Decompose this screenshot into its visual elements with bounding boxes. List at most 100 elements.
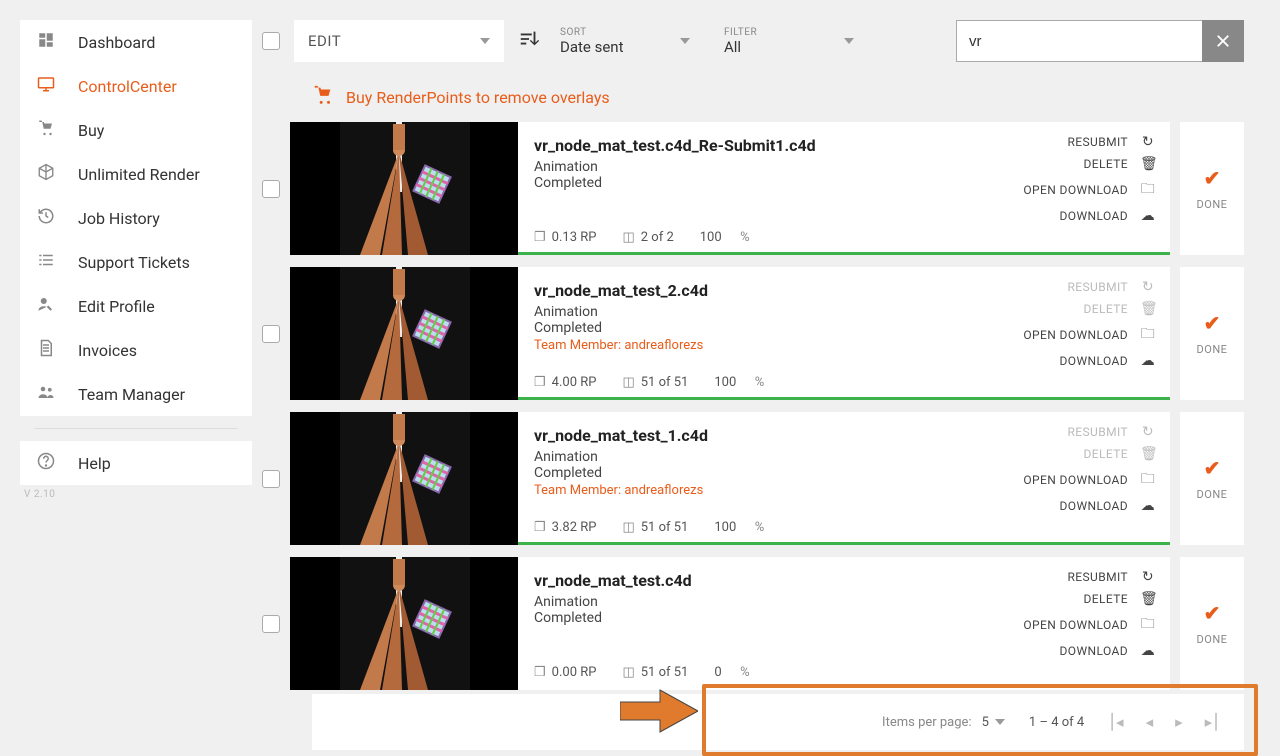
coins-icon: ❒: [534, 375, 546, 390]
sidebar-item-label: ControlCenter: [78, 77, 177, 96]
job-card: vr_node_mat_test.c4dAnimationCompleted❒0…: [290, 557, 1170, 690]
team-member: Team Member: andreaflorezs: [534, 338, 954, 353]
job-type: Animation: [534, 594, 954, 610]
sidebar-item-help[interactable]: Help: [20, 441, 252, 485]
percent-unit: %: [755, 520, 766, 535]
search-wrap: [956, 20, 1244, 62]
last-page-button[interactable]: ▸⎮: [1205, 713, 1220, 731]
job-info: vr_node_mat_test.c4d_Re-Submit1.c4dAnima…: [518, 122, 970, 255]
job-thumbnail: [290, 557, 518, 690]
open-download-button[interactable]: OPEN DOWNLOAD🗀: [1023, 178, 1156, 202]
sidebar-item-invoices[interactable]: Invoices: [20, 328, 252, 372]
trash-icon: 🗑: [1140, 446, 1156, 462]
cube-icon: [34, 163, 58, 185]
search-clear-button[interactable]: [1202, 20, 1244, 62]
stat-frames: ◫2 of 2: [622, 230, 673, 245]
first-page-button[interactable]: ⎮◂: [1108, 713, 1123, 731]
refresh-icon: ↻: [1140, 569, 1156, 585]
job-list: vr_node_mat_test.c4d_Re-Submit1.c4d Anima…: [262, 122, 1244, 702]
sidebar-item-edit-profile[interactable]: Edit Profile: [20, 284, 252, 328]
search-input[interactable]: [956, 20, 1202, 62]
team-member: Team Member: andreaflorezs: [534, 483, 954, 498]
sort-dropdown[interactable]: SORT Date sent: [548, 20, 698, 62]
cart-icon: [312, 84, 334, 111]
job-info: vr_node_mat_test.c4dAnimationCompleted❒0…: [518, 557, 970, 690]
job-card: vr_node_mat_test_1.c4dAnimationCompleted…: [290, 412, 1170, 545]
folder-open-icon: 🗀: [1140, 178, 1156, 202]
toolbar: EDIT SORT Date sent FILTER All: [262, 20, 1244, 62]
buy-renderpoints-link[interactable]: Buy RenderPoints to remove overlays: [312, 84, 610, 111]
resubmit-button[interactable]: RESUBMIT↻: [1067, 569, 1156, 585]
check-icon: ✔: [1204, 311, 1221, 335]
stat-percent: 0 %: [714, 665, 750, 680]
sidebar-item-buy[interactable]: Buy: [20, 108, 252, 152]
sidebar-item-label: Edit Profile: [78, 297, 155, 316]
percent-unit: %: [740, 230, 751, 245]
trash-icon: 🗑: [1140, 591, 1156, 607]
sidebar-item-unlimited-render[interactable]: Unlimited Render: [20, 152, 252, 196]
edit-label: EDIT: [308, 32, 341, 50]
download-button[interactable]: DOWNLOAD☁: [1060, 643, 1156, 659]
chevron-down-icon: [844, 38, 854, 44]
pagination: Items per page: 5 1 – 4 of 4 ⎮◂ ◂ ▸ ▸⎮: [312, 694, 1244, 750]
sidebar-item-label: Unlimited Render: [78, 165, 200, 184]
refresh-icon: ↻: [1140, 279, 1156, 295]
open-download-button[interactable]: OPEN DOWNLOAD🗀: [1023, 323, 1156, 347]
download-button[interactable]: DOWNLOAD☁: [1060, 498, 1156, 514]
open-download-button[interactable]: OPEN DOWNLOAD🗀: [1023, 468, 1156, 492]
job-checkbox[interactable]: [262, 470, 280, 488]
job-card: vr_node_mat_test.c4d_Re-Submit1.c4dAnima…: [290, 122, 1170, 255]
stat-rp: ❒3.82 RP: [534, 520, 596, 535]
divider: [34, 428, 238, 429]
job-title: vr_node_mat_test.c4d_Re-Submit1.c4d: [534, 136, 954, 155]
sidebar: Dashboard ControlCenter Buy Unlimited Rende…: [20, 20, 252, 504]
stat-frames: ◫51 of 51: [622, 520, 688, 535]
list-icon: [34, 251, 58, 273]
download-button[interactable]: DOWNLOAD☁: [1060, 353, 1156, 369]
coins-icon: ❒: [534, 665, 546, 680]
job-checkbox[interactable]: [262, 325, 280, 343]
pagination-range: 1 – 4 of 4: [1029, 715, 1084, 730]
chevron-down-icon: [995, 719, 1005, 725]
frames-icon: ◫: [622, 520, 634, 535]
sidebar-item-support-tickets[interactable]: Support Tickets: [20, 240, 252, 284]
download-button[interactable]: DOWNLOAD☁: [1060, 208, 1156, 224]
delete-button[interactable]: DELETE🗑: [1084, 156, 1156, 172]
stat-percent: 100 %: [714, 520, 765, 535]
coins-icon: ❒: [534, 520, 546, 535]
job-status: ✔DONE: [1180, 557, 1244, 690]
sidebar-item-controlcenter[interactable]: ControlCenter: [20, 64, 252, 108]
help-icon: [34, 452, 58, 474]
select-all-checkbox[interactable]: [262, 32, 280, 50]
job-checkbox[interactable]: [262, 615, 280, 633]
done-label: DONE: [1197, 633, 1228, 646]
job-title: vr_node_mat_test_1.c4d: [534, 426, 954, 445]
refresh-icon: ↻: [1140, 424, 1156, 440]
sidebar-item-dashboard[interactable]: Dashboard: [20, 20, 252, 64]
edit-dropdown[interactable]: EDIT: [294, 20, 504, 62]
open-download-button[interactable]: OPEN DOWNLOAD🗀: [1023, 613, 1156, 637]
job-checkbox[interactable]: [262, 180, 280, 198]
sidebar-item-team-manager[interactable]: Team Manager: [20, 372, 252, 416]
trash-icon: 🗑: [1140, 301, 1156, 317]
sidebar-item-label: Team Manager: [78, 385, 185, 404]
job-thumbnail: [290, 267, 518, 400]
job-row: vr_node_mat_test.c4dAnimationCompleted❒0…: [262, 557, 1244, 690]
prev-page-button[interactable]: ◂: [1146, 713, 1154, 731]
resubmit-button[interactable]: RESUBMIT↻: [1067, 134, 1156, 150]
job-type: Animation: [534, 449, 954, 465]
next-page-button[interactable]: ▸: [1175, 713, 1183, 731]
job-status: ✔ DONE: [1180, 412, 1244, 545]
items-per-page-select[interactable]: 5: [982, 715, 1005, 730]
delete-button[interactable]: DELETE🗑: [1084, 591, 1156, 607]
filter-dropdown[interactable]: FILTER All: [712, 20, 862, 62]
sidebar-item-label: Dashboard: [78, 33, 155, 52]
job-card: vr_node_mat_test_2.c4dAnimationCompleted…: [290, 267, 1170, 400]
sort-icon: [518, 28, 540, 55]
sidebar-item-job-history[interactable]: Job History: [20, 196, 252, 240]
cloud-download-icon: ☁: [1140, 643, 1156, 659]
check-icon: ✔: [1204, 456, 1221, 480]
job-status: ✔DONE: [1180, 122, 1244, 255]
done-label: DONE: [1197, 488, 1228, 501]
user-edit-icon: [34, 295, 58, 317]
